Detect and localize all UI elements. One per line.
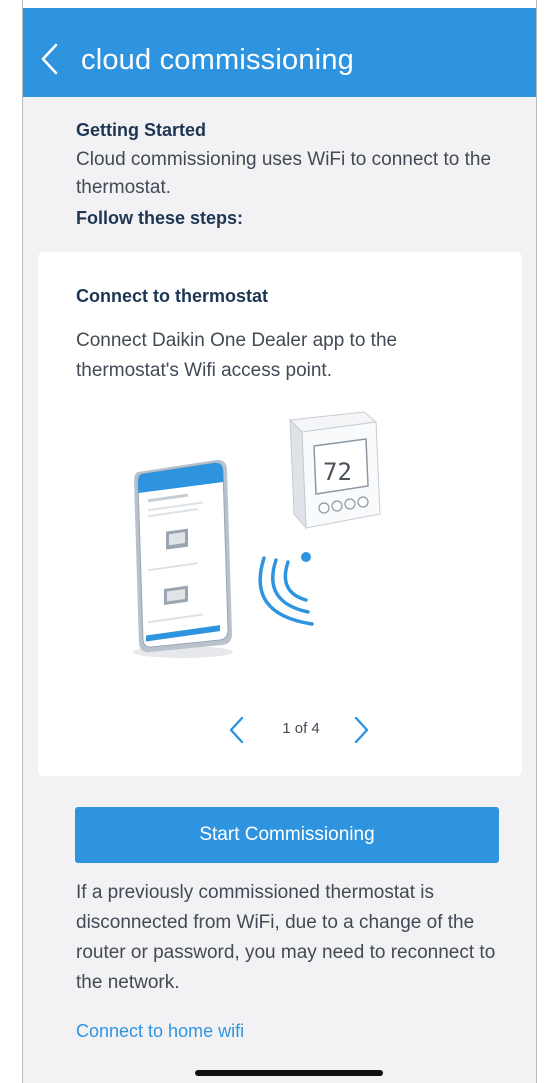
step-title: Connect to thermostat [76, 286, 269, 306]
step-pager: 1 of 4 [38, 710, 522, 750]
app-screen: cloud commissioning Getting Started Clou… [22, 0, 537, 1083]
wifi-signal-icon [258, 552, 314, 626]
steps-heading: Follow these steps: [76, 208, 244, 228]
step-description: Connect Daikin One Dealer app to the the… [76, 330, 398, 381]
chevron-left-icon[interactable] [226, 714, 248, 746]
thermostat-illustration: 72 [288, 411, 381, 530]
getting-started-heading: Getting Started [76, 120, 207, 140]
nav-bar: cloud commissioning [23, 8, 536, 97]
page-title: cloud commissioning [81, 44, 354, 76]
step-card: Connect to thermostat Connect Daikin One… [38, 252, 522, 776]
start-commissioning-button[interactable]: Start Commissioning [75, 807, 499, 863]
intro-section: Getting Started Cloud commissioning uses… [76, 118, 516, 230]
connect-home-wifi-link[interactable]: Connect to home wifi [76, 1021, 244, 1042]
reconnect-note: If a previously commissioned thermostat … [76, 882, 496, 993]
home-indicator[interactable] [195, 1070, 383, 1076]
phone-thermostat-illustration: 72 [133, 411, 381, 658]
intro-description: Cloud commissioning uses WiFi to connect… [76, 149, 492, 198]
page-indicator: 1 of 4 [282, 720, 320, 737]
chevron-left-icon[interactable] [38, 41, 62, 77]
thermostat-temperature: 72 [323, 458, 352, 486]
chevron-right-icon[interactable] [350, 714, 372, 746]
phone-illustration [134, 459, 232, 653]
